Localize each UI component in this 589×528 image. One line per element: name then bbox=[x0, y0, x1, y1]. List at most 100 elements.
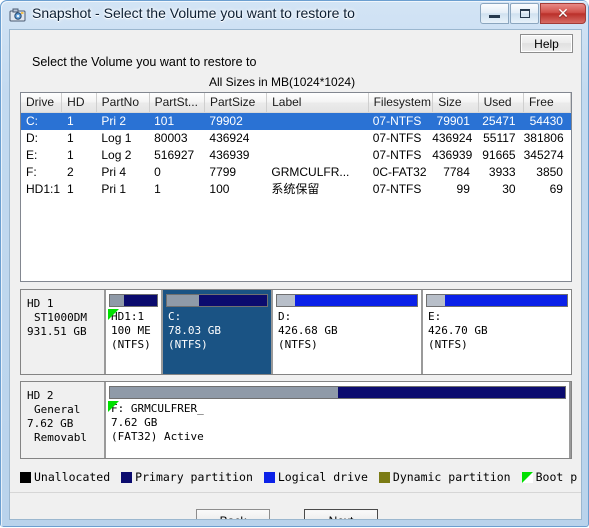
cell-filesystem: 07-NTFS bbox=[372, 182, 422, 196]
column-header-used[interactable]: Used bbox=[479, 93, 524, 112]
cell-drive: HD1:1 bbox=[26, 182, 61, 196]
cell-partstart: 101 bbox=[154, 114, 175, 128]
footer-divider bbox=[10, 492, 581, 493]
volume-list-header: Drive HD PartNo PartSt... PartSize Label Files… bbox=[21, 93, 571, 113]
column-header-hd[interactable]: HD bbox=[62, 93, 97, 112]
sizes-note: All Sizes in MB(1024*1024) bbox=[209, 75, 356, 89]
column-header-label[interactable]: Label bbox=[267, 93, 369, 112]
cell-filesystem: 07-NTFS bbox=[372, 114, 422, 128]
page-title: Select the Volume you want to restore to bbox=[32, 55, 257, 69]
legend-label: Primary partition bbox=[135, 470, 253, 484]
cell-drive: D: bbox=[26, 131, 38, 145]
cell-hd: 1 bbox=[67, 114, 74, 128]
column-header-size[interactable]: Size bbox=[433, 93, 479, 112]
legend-swatch-icon bbox=[121, 471, 133, 483]
column-header-partsize[interactable]: PartSize bbox=[205, 93, 268, 112]
partition-block[interactable]: F: GRMCULFRER_ 7.62 GB (FAT32) Active bbox=[106, 382, 571, 458]
legend-item: Boot p bbox=[521, 470, 577, 484]
cell-drive: E: bbox=[26, 148, 38, 162]
partition-label: D: 426.68 GB (NTFS) bbox=[273, 307, 421, 352]
partition-block[interactable]: D: 426.68 GB (NTFS) bbox=[273, 290, 423, 374]
minimize-button[interactable] bbox=[480, 3, 509, 24]
cell-used: 55117 bbox=[483, 131, 516, 145]
partition-usage-bar bbox=[109, 294, 158, 307]
partition-block[interactable]: E: 426.70 GB (NTFS) bbox=[423, 290, 571, 374]
cell-size: 436939 bbox=[432, 148, 473, 162]
column-header-filesystem[interactable]: Filesystem bbox=[369, 93, 434, 112]
close-button[interactable]: ✕ bbox=[540, 3, 586, 24]
partition-filesystem: (NTFS) bbox=[428, 338, 468, 351]
disk-map-hd2[interactable]: HD 2 General 7.62 GB Removabl F: GRMCULFRER_… bbox=[20, 381, 572, 459]
cell-filesystem: 07-NTFS bbox=[372, 131, 422, 145]
table-row[interactable]: E: 1 Log 2 516927 436939 07-NTFS 436939 91665 34… bbox=[21, 147, 571, 164]
partition-strip: F: GRMCULFRER_ 7.62 GB (FAT32) Active bbox=[106, 382, 571, 458]
cell-free: 381806 bbox=[523, 131, 564, 145]
back-button[interactable]: Back bbox=[196, 509, 270, 519]
table-row[interactable]: F: 2 Pri 4 0 7799 GRMCULFR... 0C-FAT32 7784 3933… bbox=[21, 164, 571, 181]
legend-item: Primary partition bbox=[121, 470, 253, 484]
column-header-free[interactable]: Free bbox=[524, 93, 571, 112]
cell-drive: F: bbox=[26, 165, 37, 179]
cell-hd: 2 bbox=[67, 165, 74, 179]
partition-usage-bar bbox=[109, 386, 566, 399]
partition-size: 78.03 GB bbox=[168, 324, 221, 337]
window-controls: ✕ bbox=[480, 3, 586, 25]
cell-partstart: 80003 bbox=[154, 131, 188, 145]
legend-swatch-icon bbox=[263, 471, 275, 483]
disk-map-hd1[interactable]: HD 1 ST1000DM 931.51 GB HD1:1 100 ME (NTFS) C:… bbox=[20, 289, 572, 375]
partition-used-fill bbox=[427, 295, 446, 306]
boot-partition-flag-icon bbox=[108, 401, 119, 412]
column-header-partno[interactable]: PartNo bbox=[97, 93, 150, 112]
legend-item: Logical drive bbox=[263, 470, 368, 484]
minimize-icon bbox=[481, 4, 508, 23]
cell-drive: C: bbox=[26, 114, 38, 128]
cell-label bbox=[266, 113, 367, 130]
cell-partsize: 7799 bbox=[209, 165, 237, 179]
partition-used-fill bbox=[110, 387, 338, 398]
cell-hd: 1 bbox=[67, 148, 74, 162]
cell-free: 69 bbox=[549, 182, 563, 196]
cell-used: 25471 bbox=[482, 114, 516, 128]
cell-label bbox=[266, 130, 367, 147]
partition-block[interactable]: C: 78.03 GB (NTFS) bbox=[163, 290, 273, 374]
hd-capacity: 7.62 GB bbox=[27, 417, 74, 430]
cell-partstart: 0 bbox=[154, 165, 161, 179]
maximize-button[interactable] bbox=[510, 3, 539, 24]
hd-model: General bbox=[34, 403, 81, 416]
partition-drive: C: bbox=[168, 310, 182, 323]
legend-label: Dynamic partition bbox=[392, 470, 511, 484]
partition-size: 426.68 GB bbox=[278, 324, 338, 337]
table-row[interactable]: C: 1 Pri 2 101 79902 07-NTFS 79901 25471 54430 bbox=[21, 113, 571, 130]
hd-capacity: 931.51 GB bbox=[27, 325, 87, 338]
partition-label: F: GRMCULFRER_ 7.62 GB (FAT32) Active bbox=[106, 399, 569, 444]
volume-list-body[interactable]: C: 1 Pri 2 101 79902 07-NTFS 79901 25471 54430 D:… bbox=[21, 113, 571, 198]
help-button[interactable]: Help bbox=[520, 34, 573, 53]
partition-label: C: 78.03 GB (NTFS) bbox=[163, 307, 271, 352]
partition-block[interactable]: HD1:1 100 ME (NTFS) bbox=[106, 290, 163, 374]
cell-hd: 1 bbox=[67, 182, 74, 196]
column-header-partst[interactable]: PartSt... bbox=[150, 93, 205, 112]
cell-partno: Pri 2 bbox=[101, 114, 127, 128]
cell-partstart: 1 bbox=[154, 182, 161, 196]
partition-drive: D: bbox=[278, 310, 292, 323]
volume-list[interactable]: Drive HD PartNo PartSt... PartSize Label Files… bbox=[20, 92, 572, 282]
next-button[interactable]: Next bbox=[304, 509, 378, 519]
partition-size: 100 ME bbox=[111, 324, 151, 337]
application-window: Snapshot - Select the Volume you want to… bbox=[0, 0, 589, 527]
cell-used: 91665 bbox=[482, 148, 516, 162]
cell-partno: Log 2 bbox=[101, 148, 132, 162]
hd-name: HD 1 bbox=[27, 297, 54, 310]
cell-partsize: 100 bbox=[209, 182, 230, 196]
table-row[interactable]: HD1:1 1 Pri 1 1 100 系统保留 07-NTFS 99 30 69 bbox=[21, 181, 571, 198]
cell-filesystem: 07-NTFS bbox=[372, 148, 422, 162]
partition-filesystem: (FAT32) Active bbox=[111, 430, 204, 443]
cell-size: 99 bbox=[456, 182, 470, 196]
hd-model: ST1000DM bbox=[34, 311, 87, 324]
partition-used-fill bbox=[167, 295, 199, 306]
cell-label: 系统保留 bbox=[271, 182, 320, 196]
partition-used-fill bbox=[110, 295, 125, 306]
column-header-drive[interactable]: Drive bbox=[21, 93, 63, 112]
disk-info: HD 2 General 7.62 GB Removabl bbox=[21, 382, 106, 458]
table-row[interactable]: D: 1 Log 1 80003 436924 07-NTFS 436924 55117 381… bbox=[21, 130, 571, 147]
partition-filesystem: (NTFS) bbox=[111, 338, 151, 351]
